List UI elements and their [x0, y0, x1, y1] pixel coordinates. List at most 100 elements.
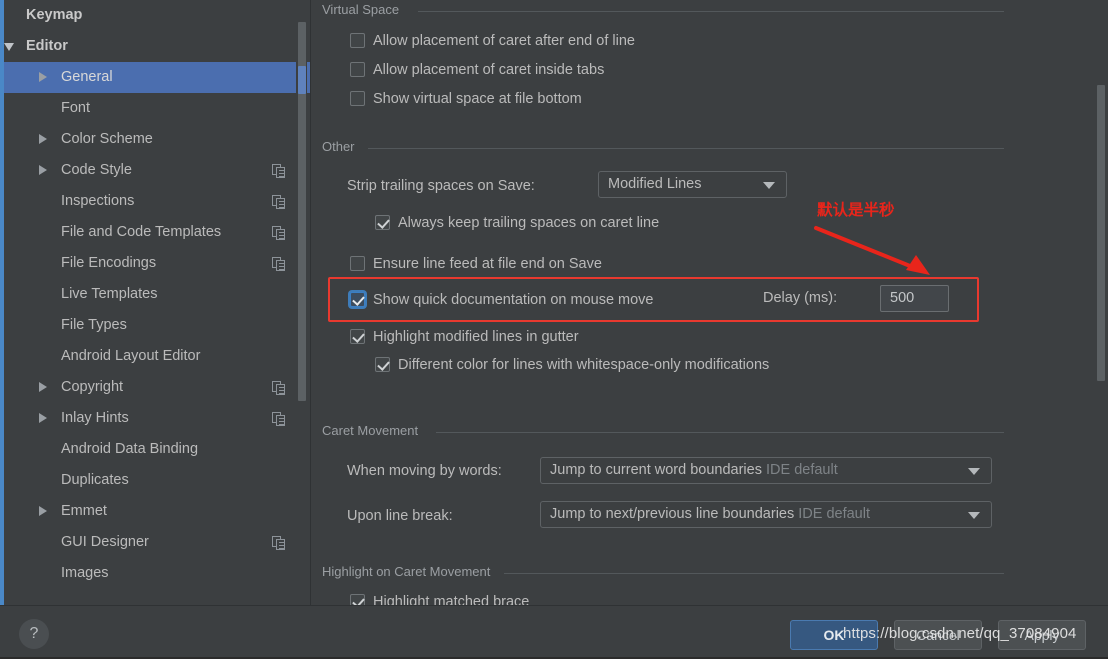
sidebar-item-label: Android Layout Editor — [61, 348, 201, 364]
sidebar-item-android-layout-editor[interactable]: Android Layout Editor — [4, 341, 310, 372]
sidebar-item-file-encodings[interactable]: File Encodings — [4, 248, 310, 279]
group-caret-movement: Caret Movement — [322, 423, 1004, 439]
watermark-text: https://blog.csdn.net/qq_37084904 — [843, 625, 1077, 642]
checkbox-label: Highlight modified lines in gutter — [373, 329, 579, 345]
checkbox-label: Allow placement of caret inside tabs — [373, 62, 605, 78]
sidebar-item-label: Copyright — [61, 379, 124, 395]
checkbox-label: Show quick documentation on mouse move — [373, 292, 654, 308]
sidebar-item-label: Font — [61, 100, 91, 116]
sidebar-item-emmet[interactable]: Emmet — [4, 496, 310, 527]
sidebar-item-editor[interactable]: Editor — [4, 31, 310, 62]
chevron-right-icon[interactable] — [39, 382, 47, 392]
upon-line-break-value: Jump to next/previous line boundaries — [550, 506, 795, 522]
upon-line-break-dropdown[interactable]: Jump to next/previous line boundaries ID… — [540, 501, 992, 528]
group-other-title: Other — [322, 139, 362, 154]
copy-settings-icon[interactable] — [272, 256, 286, 271]
sidebar-item-label: Inlay Hints — [61, 410, 129, 426]
when-moving-by-words-dropdown[interactable]: Jump to current word boundaries IDE defa… — [540, 457, 992, 484]
upon-line-break-hint: IDE default — [798, 506, 871, 522]
sidebar-item-label: GUI Designer — [61, 534, 149, 550]
settings-content-panel: Virtual Space Allow placement of caret a… — [311, 0, 1108, 605]
checkbox-box[interactable] — [350, 33, 365, 48]
sidebar-item-color-scheme[interactable]: Color Scheme — [4, 124, 310, 155]
sidebar-item-label: Emmet — [61, 503, 107, 519]
checkbox-box[interactable] — [350, 594, 365, 605]
annotation-arrow-icon — [814, 226, 930, 275]
group-virtual-space-title: Virtual Space — [322, 2, 407, 17]
checkbox-box[interactable] — [375, 215, 390, 230]
annotation-text: 默认是半秒 — [817, 202, 895, 219]
group-caret-movement-title: Caret Movement — [322, 423, 426, 438]
sidebar-item-label: File and Code Templates — [61, 224, 222, 240]
sidebar-scrollbar-thumb[interactable] — [298, 94, 306, 401]
sidebar-scrollbar-selection-marker — [298, 66, 306, 94]
copy-settings-icon[interactable] — [272, 535, 286, 550]
checkbox-label: Allow placement of caret after end of li… — [373, 33, 635, 49]
sidebar-item-label: Android Data Binding — [61, 441, 199, 457]
upon-line-break-label: Upon line break: — [347, 508, 453, 524]
chevron-right-icon[interactable] — [39, 413, 47, 423]
help-button[interactable]: ? — [19, 619, 49, 649]
checkbox-label: Different color for lines with whitespac… — [398, 357, 770, 373]
sidebar-item-label: Keymap — [26, 7, 83, 23]
when-moving-by-words-label: When moving by words: — [347, 463, 502, 479]
sidebar-item-code-style[interactable]: Code Style — [4, 155, 310, 186]
sidebar-item-label: Editor — [26, 38, 68, 54]
checkbox-label: Always keep trailing spaces on caret lin… — [398, 215, 660, 231]
strip-trailing-spaces-value: Modified Lines — [608, 176, 702, 192]
checkbox-box[interactable] — [375, 357, 390, 372]
sidebar-item-android-data-binding[interactable]: Android Data Binding — [4, 434, 310, 465]
sidebar-item-general[interactable]: General — [4, 62, 310, 93]
group-other: Other — [322, 139, 1004, 155]
sidebar-item-inlay-hints[interactable]: Inlay Hints — [4, 403, 310, 434]
chevron-down-icon[interactable] — [4, 42, 14, 51]
sidebar-item-font[interactable]: Font — [4, 93, 310, 124]
settings-tree[interactable]: Keymap Editor General Font Color Scheme Code … — [4, 0, 310, 589]
checkbox-label: Show virtual space at file bottom — [373, 91, 582, 107]
chevron-right-icon[interactable] — [39, 134, 47, 144]
delay-input[interactable]: 500 — [880, 285, 949, 312]
copy-settings-icon[interactable] — [272, 194, 286, 209]
sidebar-item-gui-designer[interactable]: GUI Designer — [4, 527, 310, 558]
settings-tree-panel: Keymap Editor General Font Color Scheme Code … — [4, 0, 310, 605]
strip-trailing-spaces-dropdown[interactable]: Modified Lines — [598, 171, 787, 198]
checkbox-box[interactable] — [350, 256, 365, 271]
chevron-right-icon[interactable] — [39, 72, 47, 82]
chevron-right-icon[interactable] — [39, 506, 47, 516]
sidebar-item-images[interactable]: Images — [4, 558, 310, 589]
sidebar-item-label: Code Style — [61, 162, 132, 178]
sidebar-item-inspections[interactable]: Inspections — [4, 186, 310, 217]
checkbox-box[interactable] — [350, 62, 365, 77]
group-highlight-caret-movement-title: Highlight on Caret Movement — [322, 564, 498, 579]
sidebar-item-label: File Types — [61, 317, 127, 333]
chevron-down-icon — [968, 467, 980, 475]
when-moving-by-words-hint: IDE default — [766, 462, 838, 478]
content-scrollbar-thumb[interactable] — [1097, 85, 1105, 381]
sidebar-item-label: Color Scheme — [61, 131, 153, 147]
sidebar-item-label: General — [61, 69, 113, 85]
copy-settings-icon[interactable] — [272, 380, 286, 395]
checkbox-box[interactable] — [350, 292, 365, 307]
when-moving-by-words-value: Jump to current word boundaries — [550, 462, 762, 478]
sidebar-item-file-and-code-templates[interactable]: File and Code Templates — [4, 217, 310, 248]
sidebar-item-label: Images — [61, 565, 109, 581]
checkbox-box[interactable] — [350, 91, 365, 106]
sidebar-item-label: Duplicates — [61, 472, 129, 488]
checkbox-box[interactable] — [350, 329, 365, 344]
sidebar-item-file-types[interactable]: File Types — [4, 310, 310, 341]
copy-settings-icon[interactable] — [272, 411, 286, 426]
sidebar-item-label: Live Templates — [61, 286, 158, 302]
copy-settings-icon[interactable] — [272, 225, 286, 240]
checkbox-label: Highlight matched brace — [373, 594, 530, 605]
chevron-down-icon — [763, 181, 775, 189]
group-caret-movement-rule — [436, 432, 1004, 433]
chevron-down-icon — [968, 511, 980, 519]
sidebar-item-duplicates[interactable]: Duplicates — [4, 465, 310, 496]
sidebar-item-keymap[interactable]: Keymap — [4, 0, 310, 31]
group-other-rule — [368, 148, 1004, 149]
sidebar-item-copyright[interactable]: Copyright — [4, 372, 310, 403]
sidebar-item-label: File Encodings — [61, 255, 157, 271]
sidebar-item-live-templates[interactable]: Live Templates — [4, 279, 310, 310]
chevron-right-icon[interactable] — [39, 165, 47, 175]
copy-settings-icon[interactable] — [272, 163, 286, 178]
